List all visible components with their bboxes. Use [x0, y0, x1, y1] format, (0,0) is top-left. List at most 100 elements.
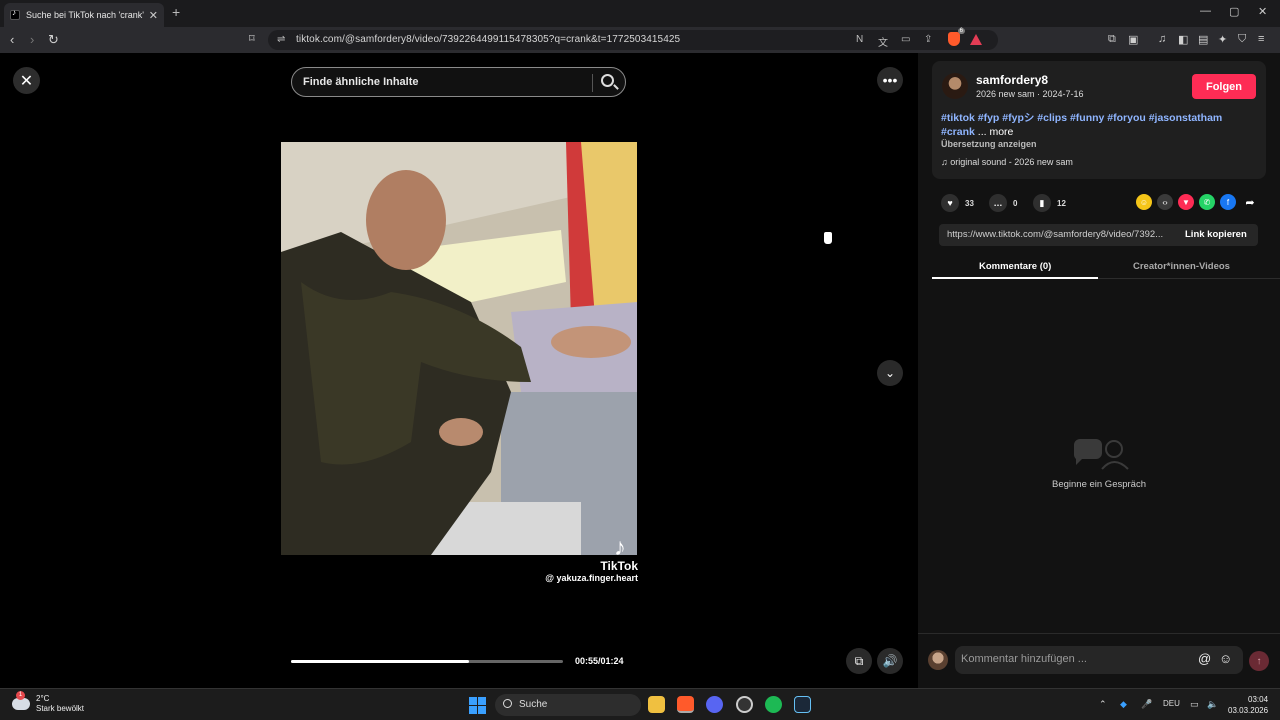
- language-indicator[interactable]: DEU: [1163, 699, 1180, 708]
- reader-off-icon[interactable]: N: [856, 34, 863, 45]
- speaker-icon[interactable]: 🔈: [1207, 699, 1218, 710]
- tray-chevron-icon[interactable]: ⌃: [1099, 699, 1107, 710]
- obs-icon[interactable]: [736, 696, 753, 713]
- more-icon: •••: [882, 72, 898, 88]
- sound-link[interactable]: ♫ original sound - 2026 new sam: [941, 157, 1073, 167]
- brave-rewards-icon[interactable]: [970, 34, 982, 45]
- system-clock[interactable]: 03:04 03.03.2026: [1228, 694, 1268, 716]
- copy-link-button[interactable]: Link kopieren: [1185, 229, 1247, 240]
- taskbar-search[interactable]: Suche: [495, 694, 641, 716]
- embed-icon[interactable]: ‹›: [1157, 194, 1173, 210]
- comment-stat[interactable]: … 0: [989, 194, 1017, 212]
- more-link[interactable]: ... more: [978, 126, 1014, 138]
- comment-icon[interactable]: …: [989, 194, 1007, 212]
- user-avatar: [928, 650, 948, 670]
- video-progress-bar[interactable]: [291, 660, 563, 663]
- search-icon[interactable]: [601, 74, 614, 87]
- file-explorer-icon[interactable]: [648, 696, 665, 713]
- reload-icon[interactable]: ↻: [48, 32, 59, 48]
- sidebar-icon[interactable]: ◧: [1178, 33, 1188, 46]
- video-player[interactable]: [281, 142, 637, 555]
- tab-creator-videos[interactable]: Creator*innen-Videos: [1133, 261, 1230, 272]
- search-input[interactable]: Finde ähnliche Inhalte: [303, 76, 419, 88]
- discord-icon[interactable]: [706, 696, 723, 713]
- share-link-bar: https://www.tiktok.com/@samfordery8/vide…: [939, 224, 1258, 246]
- shields-count: 6: [957, 28, 965, 34]
- follow-button[interactable]: Folgen: [1192, 74, 1256, 99]
- active-tab-indicator: [932, 277, 1098, 279]
- browser-tab[interactable]: Suche bei TikTok nach 'crank' ✕: [4, 3, 164, 27]
- close-window-button[interactable]: ✕: [1258, 5, 1267, 18]
- save-stat[interactable]: ▮ 12: [1033, 194, 1066, 212]
- brave-shields-icon[interactable]: 6: [948, 28, 965, 46]
- search-divider: [592, 74, 593, 92]
- next-video-button[interactable]: ⌄: [877, 360, 903, 386]
- forward-icon[interactable]: ›: [30, 32, 34, 47]
- watermark-brand: TikTok: [600, 559, 638, 573]
- friends-share-icon[interactable]: ☺: [1136, 194, 1152, 210]
- emoji-icon[interactable]: ☺: [1219, 651, 1232, 666]
- comment-input[interactable]: Kommentar hinzufügen ... @ ☺: [955, 646, 1243, 674]
- microphone-icon[interactable]: 🎤: [1141, 699, 1152, 710]
- similar-content-search[interactable]: Finde ähnliche Inhalte: [291, 67, 626, 97]
- maximize-button[interactable]: ▢: [1229, 5, 1239, 18]
- cast-icon[interactable]: ▭: [901, 34, 910, 45]
- like-count: 33: [965, 198, 974, 208]
- heart-icon[interactable]: ♥: [941, 194, 959, 212]
- network-icon[interactable]: ▭: [1190, 699, 1199, 710]
- back-icon[interactable]: ‹: [10, 32, 14, 47]
- bookmark-icon[interactable]: ▮: [1033, 194, 1051, 212]
- progress-fill: [291, 660, 470, 663]
- whatsapp-icon[interactable]: ✆: [1199, 194, 1215, 210]
- miniplayer-button[interactable]: ⧉: [846, 648, 872, 674]
- weather-widget[interactable]: 1 2°C Stark bewölkt: [12, 691, 85, 714]
- minimize-button[interactable]: —: [1200, 5, 1211, 17]
- facebook-icon[interactable]: f: [1220, 194, 1236, 210]
- translate-icon[interactable]: 文: [878, 34, 888, 49]
- spotify-icon[interactable]: [765, 696, 782, 713]
- sound-label: original sound - 2026 new sam: [950, 157, 1073, 167]
- save-count: 12: [1057, 198, 1066, 208]
- start-button[interactable]: [469, 697, 486, 714]
- wallet-icon[interactable]: ▤: [1198, 33, 1208, 46]
- steam-icon[interactable]: [794, 696, 811, 713]
- extensions-icon[interactable]: ⧉: [1108, 33, 1116, 46]
- more-options-button[interactable]: •••: [877, 67, 903, 93]
- screenshot-icon[interactable]: ▣: [1128, 33, 1138, 46]
- author-username[interactable]: samfordery8: [976, 73, 1048, 87]
- weather-condition: Stark bewölkt: [36, 704, 85, 713]
- url-field[interactable]: ⇌ tiktok.com/@samfordery8/video/73922644…: [268, 30, 998, 50]
- close-video-button[interactable]: ✕: [13, 67, 40, 94]
- menu-icon[interactable]: ≡: [1258, 33, 1264, 45]
- url-text[interactable]: tiktok.com/@samfordery8/video/7392264499…: [296, 34, 680, 45]
- video-frame-image: [281, 142, 637, 555]
- security-icon[interactable]: ◆: [1120, 699, 1127, 710]
- tab-title: Suche bei TikTok nach 'crank': [26, 10, 144, 20]
- like-stat[interactable]: ♥ 33: [941, 194, 974, 212]
- mention-icon[interactable]: @: [1198, 651, 1211, 666]
- temperature: 2°C: [36, 694, 50, 703]
- leo-ai-icon[interactable]: ✦: [1218, 33, 1227, 46]
- tab-comments[interactable]: Kommentare (0): [979, 261, 1051, 272]
- tiktok-video-page: ✕ Finde ähnliche Inhalte ♪ TikTok @ yaku…: [0, 53, 1280, 688]
- volume-button[interactable]: 🔊: [877, 648, 903, 674]
- tab-close-icon[interactable]: ✕: [149, 9, 158, 22]
- share-link-url[interactable]: https://www.tiktok.com/@samfordery8/vide…: [947, 229, 1175, 240]
- site-info-icon[interactable]: ⇌: [277, 34, 285, 45]
- empty-state-text: Beginne ein Gespräch: [1051, 479, 1146, 490]
- author-avatar[interactable]: [942, 73, 968, 99]
- vpn-icon[interactable]: ⛉: [1238, 33, 1246, 46]
- media-icon[interactable]: ♫: [1158, 33, 1166, 45]
- share-arrow-icon[interactable]: ➦: [1242, 194, 1258, 210]
- new-tab-button[interactable]: +: [172, 4, 180, 20]
- weather-badge: 1: [16, 691, 25, 700]
- post-comment-button[interactable]: ↑: [1249, 651, 1269, 671]
- bookmark-icon[interactable]: ⌑: [249, 32, 255, 45]
- author-subtitle: 2026 new sam · 2024-7-16: [976, 89, 1084, 99]
- browser-tab-bar: Suche bei TikTok nach 'crank' ✕ + — ▢ ✕: [0, 0, 1280, 27]
- show-translation-link[interactable]: Übersetzung anzeigen: [941, 139, 1037, 149]
- brave-browser-icon[interactable]: [677, 696, 694, 713]
- comment-placeholder[interactable]: Kommentar hinzufügen ...: [961, 653, 1087, 665]
- share-page-icon[interactable]: ⇪: [924, 34, 932, 45]
- send-icon[interactable]: ▼: [1178, 194, 1194, 210]
